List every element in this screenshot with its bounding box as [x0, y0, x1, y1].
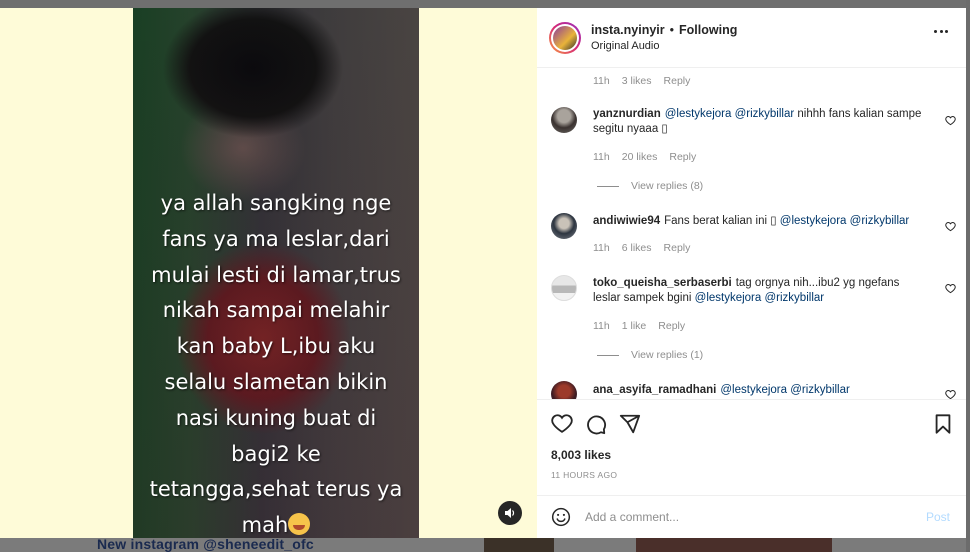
caption-line: nasi kuning buat di	[175, 405, 377, 430]
author-username[interactable]: insta.nyinyir	[591, 23, 665, 37]
comment-text: yanznurdian @lestykejora @rizkybillar nih…	[593, 107, 933, 137]
comment-likes[interactable]: 6 likes	[622, 242, 652, 254]
caption-line: bagi2 ke	[231, 441, 321, 466]
caption-line-last: mah	[133, 508, 419, 538]
background-top-bar	[0, 0, 970, 8]
emoji-glyph: ▯	[661, 123, 668, 135]
share-paper-plane-icon[interactable]	[619, 413, 641, 435]
media-pane: ya allah sangking nge fans ya ma leslar,…	[0, 8, 537, 538]
comment-likes[interactable]: 1 like	[622, 320, 647, 332]
post-header: insta.nyinyir • Following Original Audio	[537, 8, 966, 68]
like-heart-icon[interactable]	[945, 389, 956, 399]
mention-link[interactable]: @lestykejora	[665, 108, 732, 120]
like-heart-icon[interactable]	[945, 115, 956, 126]
reply-button[interactable]: Reply	[664, 242, 691, 254]
more-options-icon[interactable]	[934, 30, 948, 34]
comment-body: Fans berat kalian ini	[664, 215, 771, 227]
like-heart-icon[interactable]	[945, 221, 956, 232]
comments-list[interactable]: 11h 3 likes Reply yanznurdian @lestykejor…	[537, 69, 966, 399]
like-heart-icon[interactable]	[945, 283, 956, 294]
comment-bubble-icon[interactable]	[585, 413, 607, 435]
caption-line: kan baby L,ibu aku	[176, 334, 376, 359]
comment-username[interactable]: yanznurdian	[593, 108, 661, 120]
comment-text: andiwiwie94 Fans berat kalian ini ▯ @lest…	[593, 214, 933, 229]
author-avatar[interactable]	[549, 21, 581, 54]
avatar[interactable]	[551, 381, 577, 399]
replies-divider	[597, 185, 619, 187]
background-caption: New instagram @sheneedit_ofc	[97, 536, 314, 552]
comment-username[interactable]: toko_queisha_serbaserbi	[593, 277, 732, 289]
replies-divider	[597, 354, 619, 356]
background-strip	[966, 0, 970, 552]
mention-link[interactable]: @lestykejora	[780, 215, 847, 227]
comment-likes[interactable]: 3 likes	[622, 75, 652, 87]
audio-toggle-button[interactable]	[498, 501, 522, 525]
post-actions: 8,003 likes 11 HOURS AGO	[537, 399, 966, 487]
video-player[interactable]: ya allah sangking nge fans ya ma leslar,…	[133, 8, 419, 538]
view-replies-button[interactable]: View replies (1)	[597, 349, 703, 361]
comment-text: toko_queisha_serbaserbi tag orgnya nih...…	[593, 276, 925, 306]
background-thumbnail	[636, 538, 832, 552]
comment-composer: Post	[537, 495, 966, 538]
reply-button[interactable]: Reply	[658, 320, 685, 332]
emoji-glyph: ▯	[770, 215, 777, 227]
view-replies-label: View replies (8)	[631, 180, 704, 192]
background-thumbnail	[484, 538, 554, 552]
emoji-picker-icon[interactable]	[551, 507, 571, 527]
comment-text: ana_asyifa_ramadhani @lestykejora @rizkyb…	[593, 383, 933, 398]
post-button[interactable]: Post	[926, 510, 950, 524]
post-timestamp: 11 HOURS AGO	[551, 470, 618, 480]
view-replies-button[interactable]: View replies (8)	[597, 180, 703, 192]
details-panel: insta.nyinyir • Following Original Audio…	[537, 8, 966, 538]
caption-line: fans ya ma leslar,dari	[162, 226, 390, 251]
comment-meta: 11h 6 likes Reply	[593, 242, 702, 254]
mention-link[interactable]: @lestykejora	[720, 384, 787, 396]
caption-line: ya allah sangking nge	[160, 191, 392, 215]
view-replies-label: View replies (1)	[631, 349, 704, 361]
post-modal: ya allah sangking nge fans ya ma leslar,…	[0, 8, 966, 538]
reply-button[interactable]: Reply	[669, 151, 696, 163]
comment-time: 11h	[593, 75, 610, 87]
bookmark-icon[interactable]	[932, 413, 954, 435]
comment-input[interactable]	[585, 508, 905, 526]
comment-meta: 11h 1 like Reply	[593, 320, 697, 332]
comment-time: 11h	[593, 320, 610, 332]
speaker-icon	[505, 508, 515, 518]
avatar[interactable]	[551, 275, 577, 301]
following-button[interactable]: Following	[679, 23, 737, 37]
comment-username[interactable]: andiwiwie94	[593, 215, 660, 227]
caption-line: mah	[241, 513, 289, 538]
avatar[interactable]	[551, 213, 577, 239]
reply-button[interactable]: Reply	[664, 75, 691, 87]
video-caption: ya allah sangking nge fans ya ma leslar,…	[133, 186, 419, 538]
caption-line: selalu slametan bikin	[164, 369, 388, 394]
comment-meta: 11h 3 likes Reply	[593, 75, 702, 87]
likes-count[interactable]: 8,003 likes	[551, 448, 611, 462]
comment-time: 11h	[593, 242, 610, 254]
comment-likes[interactable]: 20 likes	[622, 151, 658, 163]
mention-link[interactable]: @lestykejora	[695, 292, 762, 304]
comment-time: 11h	[593, 151, 610, 163]
comment-meta: 11h 20 likes Reply	[593, 151, 708, 163]
comment-username[interactable]: ana_asyifa_ramadhani	[593, 384, 716, 396]
mention-link[interactable]: @rizkybillar	[790, 384, 850, 396]
separator-dot: •	[669, 23, 675, 37]
audio-link[interactable]: Original Audio	[591, 40, 737, 52]
mention-link[interactable]: @rizkybillar	[765, 292, 825, 304]
mention-link[interactable]: @rizkybillar	[735, 108, 795, 120]
caption-line: mulai lesti di lamar,trus	[151, 262, 401, 287]
like-heart-icon[interactable]	[551, 413, 573, 435]
avatar[interactable]	[551, 107, 577, 133]
caption-line: tetangga,sehat terus ya	[149, 477, 403, 502]
mention-link[interactable]: @rizkybillar	[850, 215, 910, 227]
caption-line: nikah sampai melahir	[162, 298, 390, 323]
smiling-hearts-emoji-icon	[288, 513, 311, 536]
